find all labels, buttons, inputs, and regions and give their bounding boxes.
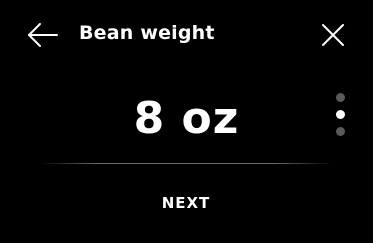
- arrow-left-icon: [26, 20, 60, 50]
- weight-value[interactable]: 8 oz: [134, 84, 240, 154]
- next-button[interactable]: NEXT: [136, 186, 236, 220]
- page-dot-1: [336, 93, 345, 102]
- page-title: Bean weight: [79, 22, 215, 44]
- header-bar: Bean weight: [0, 0, 373, 64]
- page-dot-2-active: [336, 110, 345, 119]
- close-button[interactable]: [318, 20, 348, 50]
- page-dot-3: [336, 127, 345, 136]
- close-icon: [318, 20, 348, 50]
- page-indicator: [335, 92, 347, 138]
- weight-selector: 8 oz: [0, 84, 373, 154]
- back-button[interactable]: [26, 20, 60, 50]
- divider: [40, 163, 333, 164]
